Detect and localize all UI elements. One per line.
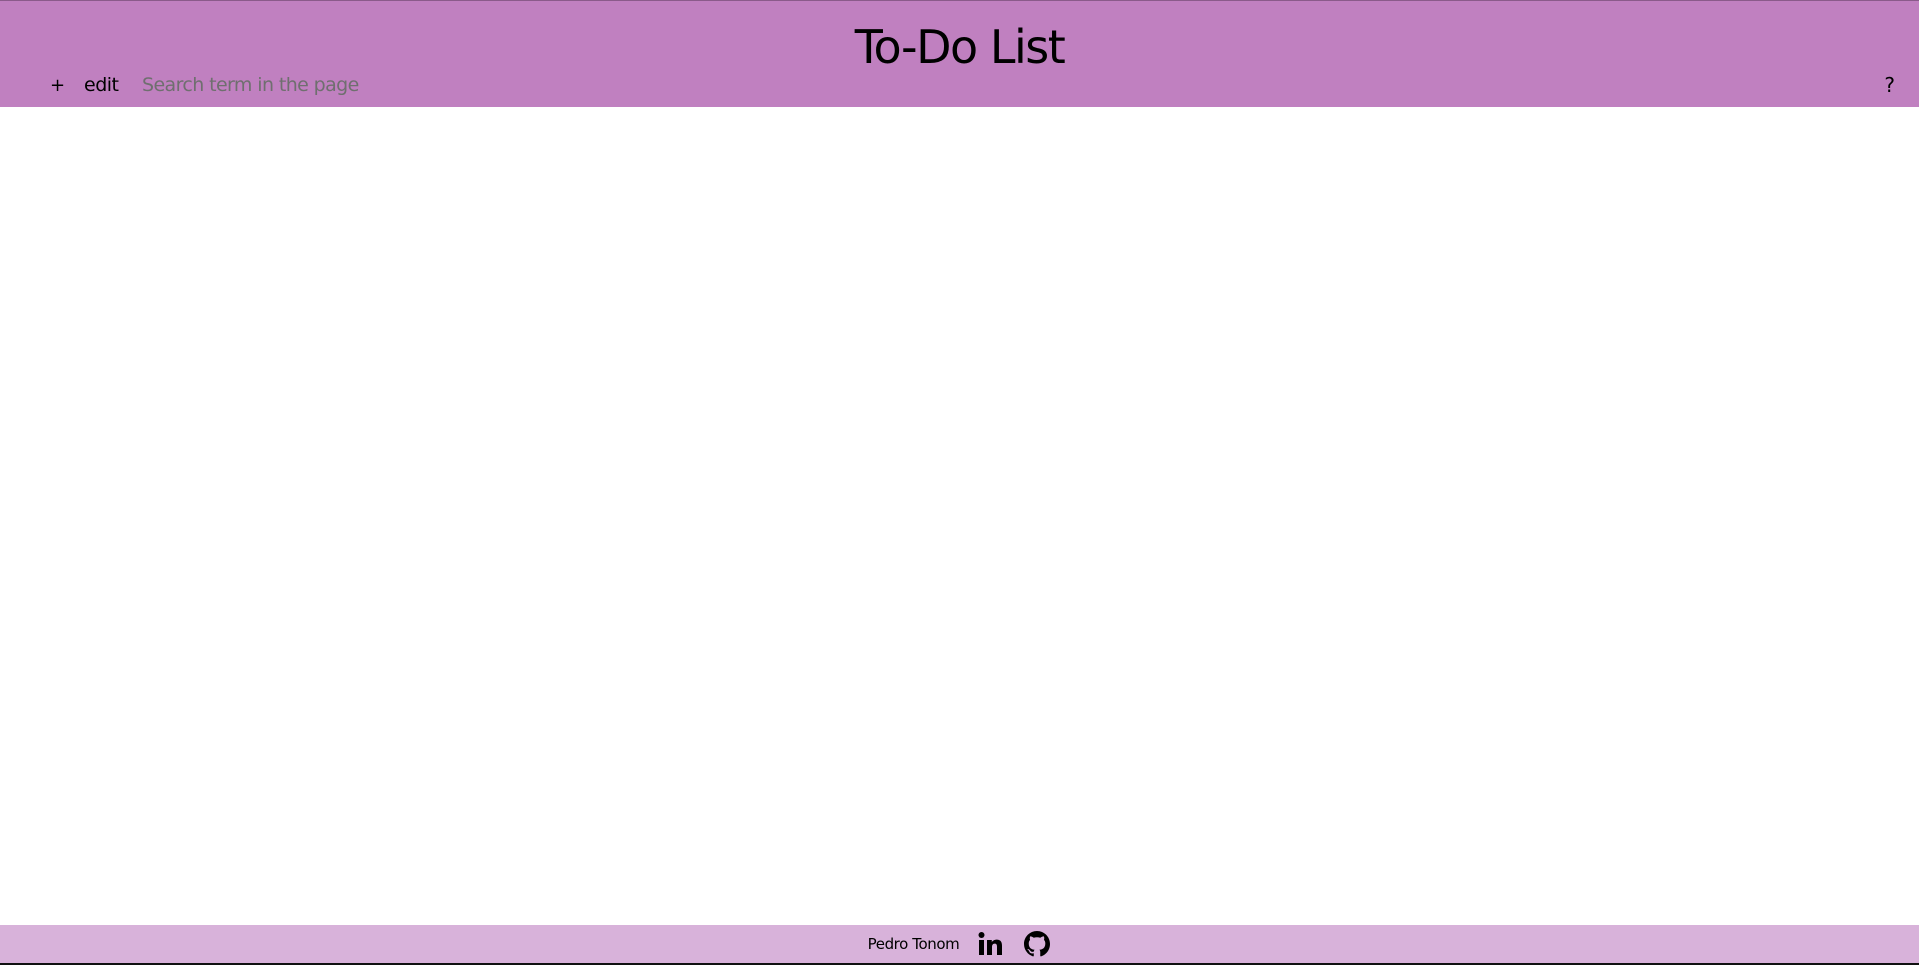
footer-content: Pedro Tonom (0, 930, 1919, 958)
page-title: To-Do List (854, 20, 1066, 74)
linkedin-glyph (978, 932, 1003, 955)
toolbar: + edit ? (0, 71, 1919, 101)
github-glyph (1024, 931, 1051, 957)
linkedin-icon[interactable] (977, 930, 1005, 958)
header: To-Do List + edit ? (0, 0, 1919, 107)
author-name: Pedro Tonom (867, 935, 960, 953)
search-input[interactable] (142, 71, 662, 99)
help-button[interactable]: ? (1884, 73, 1895, 97)
app-page: To-Do List + edit ? Pedro Tonom (0, 0, 1919, 965)
edit-button[interactable]: edit (84, 73, 119, 97)
footer: Pedro Tonom (0, 925, 1919, 965)
add-task-button[interactable]: + (50, 74, 65, 98)
github-icon[interactable] (1023, 930, 1051, 958)
